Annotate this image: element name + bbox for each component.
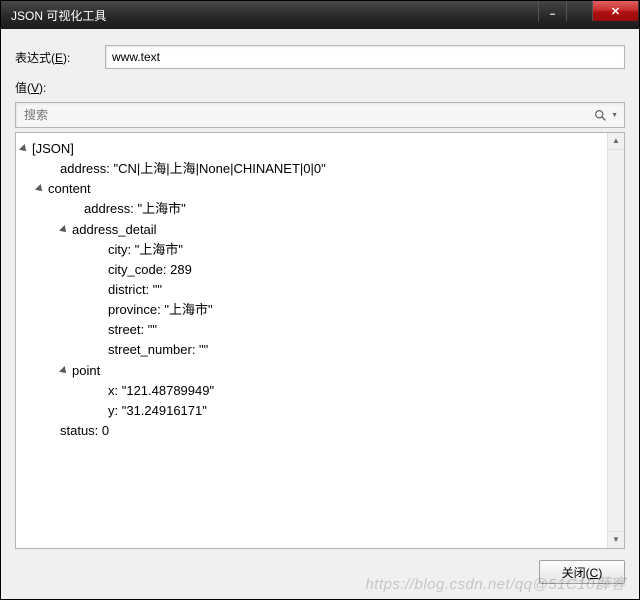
title-bar[interactable]: JSON 可视化工具 [1, 1, 639, 29]
tree-item[interactable]: city: "上海市" [20, 240, 620, 260]
json-tree-view[interactable]: [JSON] address: "CN|上海|上海|None|CHINANET|… [15, 132, 625, 549]
search-icon[interactable] [589, 109, 611, 122]
scroll-down-button[interactable]: ▼ [608, 531, 624, 548]
expression-input[interactable] [105, 45, 625, 69]
chevron-down-icon[interactable] [35, 184, 45, 194]
search-input[interactable] [16, 104, 589, 126]
expression-row: 表达式(E): [15, 45, 625, 69]
tree-item[interactable]: street_number: "" [20, 340, 620, 360]
chevron-down-icon[interactable] [59, 366, 69, 376]
search-bar: ▼ [15, 102, 625, 128]
tree-item[interactable]: address_detail [20, 220, 620, 240]
magnifier-icon [594, 109, 607, 122]
chevron-down-icon[interactable] [59, 225, 69, 235]
chevron-down-icon[interactable]: ▼ [611, 112, 624, 119]
vertical-scrollbar[interactable]: ▲ ▼ [607, 133, 624, 548]
value-label-row: 值(V): [15, 79, 625, 96]
expression-label: 表达式(E): [15, 49, 105, 66]
tree-root[interactable]: [JSON] [20, 139, 620, 159]
tree-item[interactable]: address: "CN|上海|上海|None|CHINANET|0|0" [20, 159, 620, 179]
tree-item[interactable]: province: "上海市" [20, 300, 620, 320]
chevron-down-icon[interactable] [19, 144, 29, 154]
tree-item[interactable]: city_code: 289 [20, 260, 620, 280]
dialog-footer: 关闭(C) [15, 549, 625, 587]
minimize-button[interactable] [538, 1, 566, 21]
close-window-button[interactable] [592, 1, 638, 21]
client-area: 表达式(E): 值(V): ▼ [JSON] address: "CN|上海|上… [1, 29, 639, 599]
tree-item[interactable]: point [20, 361, 620, 381]
maximize-button[interactable] [566, 1, 592, 21]
tree-item[interactable]: address: "上海市" [20, 199, 620, 219]
tree-item[interactable]: content [20, 179, 620, 199]
dialog-window: JSON 可视化工具 表达式(E): 值(V): [0, 0, 640, 600]
tree-item[interactable]: street: "" [20, 320, 620, 340]
tree-item[interactable]: x: "121.48789949" [20, 381, 620, 401]
tree-item[interactable]: status: 0 [20, 421, 620, 441]
value-label: 值(V): [15, 81, 46, 95]
tree-item[interactable]: y: "31.24916171" [20, 401, 620, 421]
json-tree: [JSON] address: "CN|上海|上海|None|CHINANET|… [20, 139, 620, 441]
close-button[interactable]: 关闭(C) [539, 560, 625, 584]
tree-item[interactable]: district: "" [20, 280, 620, 300]
window-controls [538, 1, 638, 21]
scroll-up-button[interactable]: ▲ [608, 133, 624, 150]
